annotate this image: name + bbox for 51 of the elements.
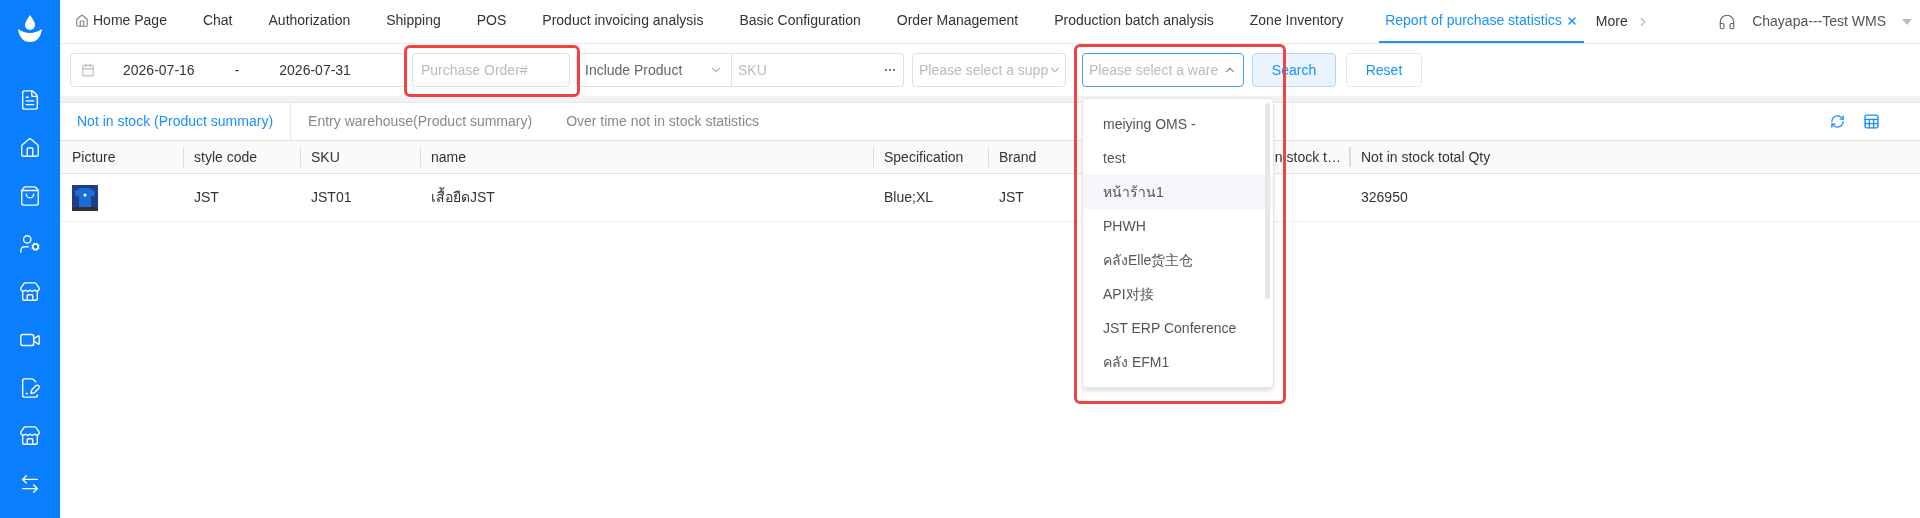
logo-icon <box>16 13 44 43</box>
include-product-select[interactable]: Include Product <box>576 53 732 87</box>
dropdown-option[interactable]: คลัง EFM1 <box>1083 345 1273 379</box>
store-icon[interactable] <box>19 281 41 303</box>
dropdown-option[interactable]: คลังElle货主仓 <box>1083 243 1273 277</box>
column-header: Brand <box>999 147 1037 167</box>
document-icon[interactable] <box>19 89 41 111</box>
dropdown-option[interactable]: PHWH <box>1083 209 1273 243</box>
column-header: style code <box>194 147 258 167</box>
table-cell: เสื้อยืดJST <box>431 189 495 205</box>
table-cell: 326950 <box>1361 189 1408 205</box>
transfer-icon[interactable] <box>19 473 41 495</box>
calendar-icon <box>81 63 95 77</box>
table-cell: JST <box>194 189 219 205</box>
more-tabs-button[interactable]: More <box>1595 0 1650 43</box>
dropdown-option[interactable]: meiying OMS - <box>1083 107 1273 141</box>
column-header: n stock t… <box>1274 147 1342 167</box>
refresh-icon[interactable] <box>1830 114 1845 129</box>
purchase-order-field[interactable]: Purchase Order# <box>412 53 570 87</box>
dropdown-option[interactable]: test <box>1083 141 1273 175</box>
dropdown-option[interactable]: API对接 <box>1083 277 1273 311</box>
user-settings-icon[interactable] <box>19 233 41 255</box>
column-header: SKU <box>311 147 340 167</box>
nav-tab[interactable]: POS <box>476 0 507 43</box>
column-header: Not in stock total Qty <box>1361 147 1491 167</box>
nav-tab[interactable]: Authorization <box>268 0 351 43</box>
nav-tab[interactable]: Product invoicing analysis <box>542 0 704 43</box>
close-icon[interactable] <box>1565 14 1578 27</box>
scrollbar-thumb[interactable] <box>1265 103 1270 299</box>
nav-tab[interactable]: Shipping <box>386 0 441 43</box>
table-cell: Blue;XL <box>884 189 934 205</box>
home-icon[interactable] <box>19 137 41 159</box>
nav-tab[interactable]: Home Page <box>75 0 167 43</box>
column-header: Picture <box>71 147 116 167</box>
table-cell: JST01 <box>311 189 352 205</box>
edit-document-icon[interactable] <box>19 377 41 399</box>
headset-icon[interactable] <box>1718 12 1737 31</box>
table-cell: JST <box>999 189 1024 205</box>
nav-tab[interactable]: Chat <box>202 0 233 43</box>
home-icon <box>75 13 89 28</box>
nav-tab[interactable]: Basic Configuration <box>739 0 861 43</box>
dropdown-option[interactable]: หน้าร้าน1 <box>1083 175 1273 209</box>
column-header: name <box>431 147 467 167</box>
nav-tab[interactable]: Production batch analysis <box>1054 0 1214 43</box>
shopping-bag-icon[interactable] <box>19 185 41 207</box>
column-header: Specification <box>884 147 964 167</box>
nav-tab[interactable]: Zone Inventory <box>1249 0 1344 43</box>
dropdown-option[interactable]: JST ERP Conference <box>1083 311 1273 345</box>
store-icon[interactable] <box>19 425 41 447</box>
user-name[interactable]: Chayapa---Test WMS <box>1752 11 1886 32</box>
nav-tab[interactable]: Order Management <box>896 0 1019 43</box>
